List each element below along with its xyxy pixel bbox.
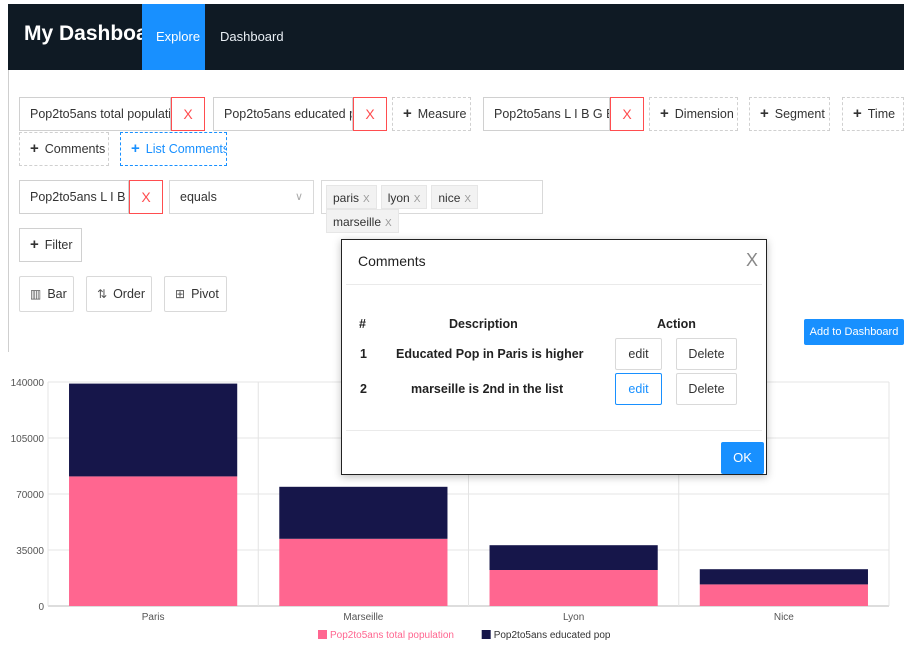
tag-remove-icon[interactable]: X bbox=[363, 194, 370, 205]
filter-values-input[interactable]: paris Xlyon Xnice Xmarseille X bbox=[321, 180, 543, 233]
x-tick-label: Paris bbox=[142, 612, 165, 623]
filter-value-tag: nice X bbox=[431, 185, 479, 209]
add-time-label: Time bbox=[867, 107, 896, 121]
pivot-button[interactable]: ⊞ Pivot bbox=[164, 276, 227, 312]
remove-measure-educated-button[interactable]: X bbox=[353, 97, 387, 131]
chevron-down-icon: ∨ bbox=[294, 191, 303, 203]
y-tick-label: 105000 bbox=[11, 434, 45, 445]
order-label: Order bbox=[113, 287, 146, 301]
tag-remove-icon[interactable]: X bbox=[464, 194, 471, 205]
filter-value-tag: paris X bbox=[326, 185, 377, 209]
legend-swatch bbox=[318, 630, 327, 639]
modal-title: Comments bbox=[358, 253, 426, 269]
delete-comment-button[interactable]: Delete bbox=[676, 338, 737, 370]
remove-filter-button[interactable]: X bbox=[129, 180, 163, 214]
filter-operator-select[interactable]: equals ∨ bbox=[169, 180, 314, 214]
pivot-table-icon: ⊞ bbox=[175, 287, 186, 301]
add-segment-button[interactable]: + Segment bbox=[749, 97, 830, 131]
add-comments-button[interactable]: + Comments bbox=[19, 132, 109, 166]
tag-remove-icon[interactable]: X bbox=[385, 218, 392, 229]
edit-comment-button[interactable]: edit bbox=[615, 373, 662, 405]
add-segment-label: Segment bbox=[774, 107, 825, 121]
tab-dashboard[interactable]: Dashboard bbox=[206, 4, 298, 70]
bar-total-population-lyon bbox=[489, 570, 658, 606]
measure-chip-educated-pop[interactable]: Pop2to5ans educated pop bbox=[213, 97, 353, 131]
y-tick-label: 70000 bbox=[16, 490, 44, 501]
measure-chip-total-population[interactable]: Pop2to5ans total population bbox=[19, 97, 171, 131]
tab-explore[interactable]: Explore bbox=[142, 4, 205, 70]
plus-icon: + bbox=[30, 236, 39, 253]
plus-icon: + bbox=[30, 140, 39, 157]
filter-value-tag: lyon X bbox=[380, 185, 428, 209]
comments-modal: Comments X # Description Action 1 Educat… bbox=[341, 239, 767, 475]
list-comments-label: List Comments bbox=[145, 142, 227, 156]
modal-footer-divider bbox=[346, 430, 762, 431]
sort-icon: ⇅ bbox=[97, 287, 108, 301]
bar-chart-icon: ▥ bbox=[30, 287, 42, 301]
x-tick-label: Lyon bbox=[563, 612, 584, 623]
add-dimension-button[interactable]: + Dimension bbox=[649, 97, 738, 131]
filter-operator-value: equals bbox=[180, 190, 217, 204]
y-tick-label: 35000 bbox=[16, 546, 44, 557]
add-to-dashboard-button[interactable]: Add to Dashboard bbox=[804, 319, 904, 345]
add-comments-label: Comments bbox=[44, 142, 106, 156]
remove-dimension-button[interactable]: X bbox=[610, 97, 644, 131]
add-measure-label: Measure bbox=[417, 107, 467, 121]
tag-label: lyon bbox=[387, 191, 410, 205]
bar-total-population-nice bbox=[699, 584, 868, 606]
comment-number: 1 bbox=[360, 347, 367, 361]
legend-label: Pop2to5ans total population bbox=[330, 630, 454, 641]
add-filter-label: Filter bbox=[44, 238, 73, 252]
pivot-label: Pivot bbox=[191, 287, 219, 301]
y-tick-label: 0 bbox=[38, 602, 44, 613]
plus-icon: + bbox=[403, 105, 412, 122]
bar-total-population-paris bbox=[69, 476, 238, 606]
modal-divider bbox=[346, 284, 762, 285]
plus-icon: + bbox=[131, 140, 140, 157]
col-header-description: Description bbox=[449, 317, 518, 331]
add-dimension-label: Dimension bbox=[674, 107, 734, 121]
delete-comment-button[interactable]: Delete bbox=[676, 373, 737, 405]
top-navbar: My Dashboard Explore Dashboard bbox=[8, 4, 904, 70]
legend-swatch bbox=[481, 630, 491, 639]
bar-educated-pop-paris bbox=[69, 383, 238, 477]
bar-educated-pop-marseille bbox=[279, 486, 448, 539]
comment-description: marseille is 2nd in the list bbox=[411, 382, 564, 396]
list-comments-button[interactable]: + List Comments bbox=[120, 132, 227, 166]
remove-measure-total-button[interactable]: X bbox=[171, 97, 205, 131]
edit-comment-button[interactable]: edit bbox=[615, 338, 662, 370]
add-filter-button[interactable]: + Filter bbox=[19, 228, 82, 262]
tag-label: marseille bbox=[333, 215, 382, 229]
plus-icon: + bbox=[660, 105, 669, 122]
comment-description: Educated Pop in Paris is higher bbox=[396, 347, 584, 361]
filter-value-tag: marseille X bbox=[326, 209, 399, 233]
col-header-action: Action bbox=[657, 317, 696, 331]
add-measure-button[interactable]: + Measure bbox=[392, 97, 471, 131]
add-time-button[interactable]: + Time bbox=[842, 97, 904, 131]
tag-remove-icon[interactable]: X bbox=[414, 194, 421, 205]
filter-field-chip[interactable]: Pop2to5ans L I B G E O bbox=[19, 180, 129, 214]
close-icon[interactable]: X bbox=[746, 250, 758, 271]
x-tick-label: Nice bbox=[774, 612, 794, 623]
plus-icon: + bbox=[760, 105, 769, 122]
tag-label: paris bbox=[333, 191, 360, 205]
order-button[interactable]: ⇅ Order bbox=[86, 276, 152, 312]
bar-chart-label: Bar bbox=[47, 287, 67, 301]
ok-button[interactable]: OK bbox=[721, 442, 764, 474]
bar-total-population-marseille bbox=[279, 538, 448, 606]
dimension-chip[interactable]: Pop2to5ans L I B G E O bbox=[483, 97, 610, 131]
col-header-number: # bbox=[359, 317, 366, 331]
bar-educated-pop-nice bbox=[699, 569, 868, 585]
x-tick-label: Marseille bbox=[343, 612, 383, 623]
plus-icon: + bbox=[853, 105, 862, 122]
tag-label: nice bbox=[438, 191, 461, 205]
y-tick-label: 140000 bbox=[11, 378, 45, 389]
bar-chart-button[interactable]: ▥ Bar bbox=[19, 276, 74, 312]
legend-label: Pop2to5ans educated pop bbox=[494, 630, 611, 641]
comment-number: 2 bbox=[360, 382, 367, 396]
bar-educated-pop-lyon bbox=[489, 545, 658, 570]
